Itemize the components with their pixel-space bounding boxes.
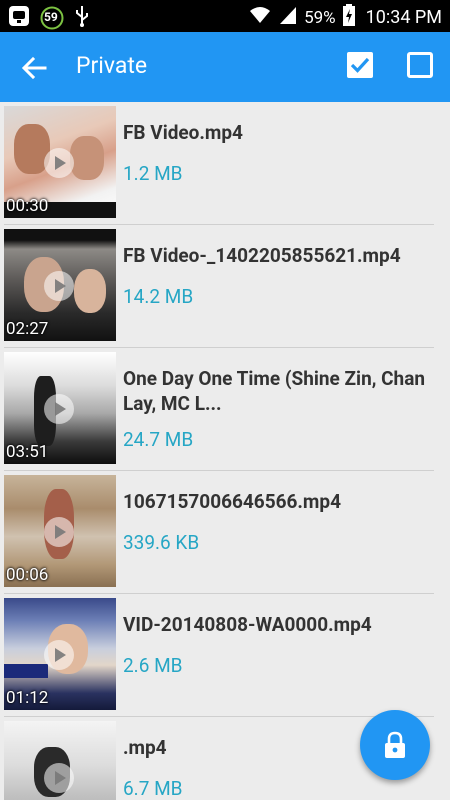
- status-bar-left: 59: [8, 5, 90, 31]
- video-size: 339.6 KB: [123, 531, 200, 554]
- play-icon: [44, 517, 74, 547]
- play-icon: [44, 763, 74, 793]
- notification-count: 59: [44, 10, 58, 24]
- select-all-button[interactable]: [346, 51, 374, 79]
- video-size: 2.6 MB: [123, 654, 183, 677]
- video-name: One Day One Time (Shine Zin, Chan Lay, M…: [123, 367, 426, 415]
- video-duration: 03:51: [6, 442, 49, 462]
- status-bar: 59 59% 10:34 PM: [0, 0, 450, 32]
- video-name: FB Video-_1402205855621.mp4: [123, 244, 401, 267]
- wifi-icon: [248, 5, 272, 30]
- video-name: FB Video.mp4: [123, 121, 243, 144]
- video-duration: 02:27: [6, 319, 49, 339]
- clock: 10:34 PM: [365, 7, 442, 28]
- deselect-button[interactable]: [406, 51, 434, 79]
- list-item[interactable]: 01:12 VID-20140808-WA0000.mp4 2.6 MB: [0, 594, 450, 717]
- video-size: 1.2 MB: [123, 162, 183, 185]
- video-thumbnail: 00:30: [4, 106, 116, 218]
- video-duration: 00:06: [6, 565, 49, 585]
- signal-icon: [278, 5, 298, 30]
- play-icon: [44, 271, 74, 301]
- play-icon: [44, 148, 74, 178]
- video-thumbnail: 00:06: [4, 475, 116, 587]
- lock-button[interactable]: [360, 710, 430, 780]
- battery-charging-icon: [342, 4, 356, 31]
- video-size: 6.7 MB: [123, 777, 183, 800]
- list-item[interactable]: 00:06 1067157006646566.mp4 339.6 KB: [0, 471, 450, 594]
- checkbox-checked-icon: [347, 52, 373, 78]
- video-name: VID-20140808-WA0000.mp4: [123, 613, 372, 636]
- app-bar: Private: [0, 32, 450, 102]
- checkbox-empty-icon: [407, 52, 433, 78]
- video-thumbnail: 02:27: [4, 229, 116, 341]
- video-size: 14.2 MB: [123, 285, 194, 308]
- list-item[interactable]: 00:30 FB Video.mp4 1.2 MB: [0, 102, 450, 225]
- arrow-left-icon: [21, 56, 47, 80]
- lock-icon: [385, 731, 405, 758]
- video-duration: 01:12: [6, 688, 49, 708]
- video-size: 24.7 MB: [123, 428, 194, 451]
- video-duration: 00:30: [6, 196, 49, 216]
- video-list: 00:30 FB Video.mp4 1.2 MB 02:27 FB Video…: [0, 102, 450, 800]
- play-icon: [44, 394, 74, 424]
- video-thumbnail: 01:12: [4, 598, 116, 710]
- video-thumbnail: 03:51: [4, 352, 116, 464]
- notification-count-icon: 59: [40, 6, 64, 30]
- usb-icon: [74, 5, 90, 31]
- list-item[interactable]: 02:27 FB Video-_1402205855621.mp4 14.2 M…: [0, 225, 450, 348]
- status-bar-right: 59% 10:34 PM: [248, 4, 442, 31]
- video-name: 1067157006646566.mp4: [123, 490, 341, 513]
- page-title: Private: [76, 52, 148, 79]
- play-icon: [44, 640, 74, 670]
- list-item[interactable]: 03:51 One Day One Time (Shine Zin, Chan …: [0, 348, 450, 471]
- battery-percent: 59%: [304, 7, 336, 28]
- back-button[interactable]: [18, 51, 52, 85]
- video-thumbnail: [4, 721, 116, 800]
- app-notification-icon: [8, 5, 30, 31]
